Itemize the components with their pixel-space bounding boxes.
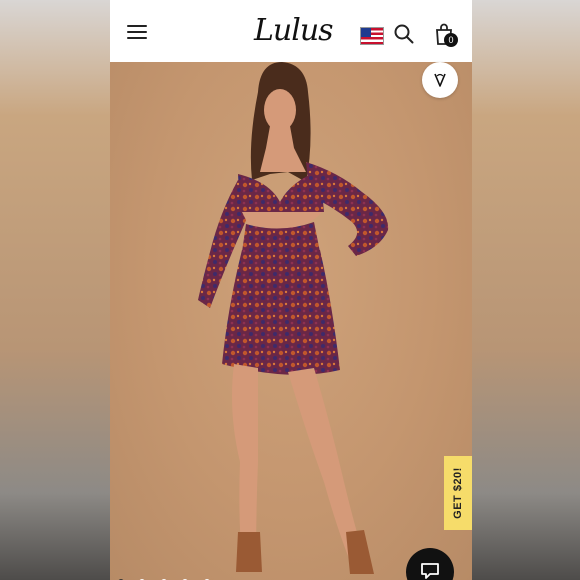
backdrop-right [472,0,580,580]
wishlist-button[interactable] [422,62,458,98]
chat-bubble-icon [421,563,439,579]
product-image[interactable] [110,62,472,580]
promo-label: GET $20! [452,467,464,519]
heart-icon [434,73,446,87]
cart-count-badge[interactable]: 0 [444,33,458,47]
model-illustration [198,62,389,574]
menu-icon[interactable] [127,25,147,39]
site-header: Lulus 0 [110,0,472,63]
backdrop-left [0,0,110,580]
site-logo[interactable]: Lulus [254,14,334,48]
search-icon[interactable] [394,24,414,44]
mobile-screen: Lulus 0 GET $20! [110,0,472,580]
promo-get-20-tab[interactable]: GET $20! [444,456,472,530]
carousel-indicators [118,572,221,580]
us-flag-icon[interactable] [360,27,384,45]
